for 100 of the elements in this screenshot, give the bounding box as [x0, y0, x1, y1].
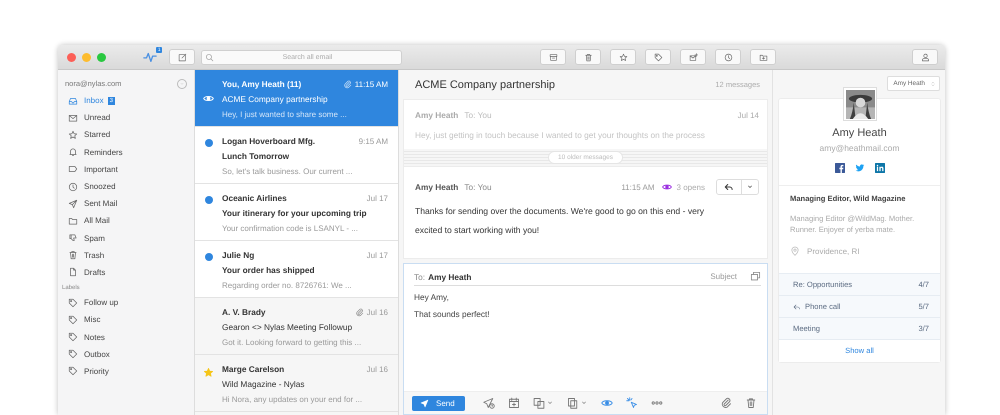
thread-snippet: Your confirmation code is LSANYL - ... [222, 224, 359, 233]
close-button[interactable] [67, 52, 76, 62]
label-icon [68, 164, 78, 174]
thread-time: Jul 16 [366, 364, 388, 374]
facebook-icon[interactable] [834, 163, 844, 173]
thread-time: 9:15 AM [358, 136, 388, 146]
body-text: That sounds perfect! [414, 309, 491, 320]
contact-button[interactable] [912, 49, 938, 65]
activity-icon[interactable] [143, 50, 157, 64]
reply-button[interactable] [716, 179, 759, 195]
thread-subject: Gearon <> Nylas Meeting Followup [222, 322, 354, 332]
paper-plane-icon [68, 198, 78, 209]
thread-time: Jul 17 [366, 194, 388, 202]
thread-row[interactable]: Julie Ng Jul 17 Your order has shipped Regarding order no. 8726761: We ... [195, 241, 398, 298]
sidebar-item[interactable]: Misc [65, 311, 194, 328]
compose-button[interactable] [169, 49, 195, 65]
thread-snippet: Got it. Looking forward to getting this ... [222, 338, 362, 347]
clock-icon [724, 52, 732, 62]
sender-name: Amy Heath [415, 110, 458, 120]
thread-subject: Wild Magazine - Nylas [222, 379, 306, 389]
thread-subject: ACME Company partnership [222, 94, 329, 104]
location-pin-icon [790, 246, 800, 256]
star-icon [618, 52, 628, 62]
sidebar-item[interactable]: Unread [65, 109, 194, 126]
message-body: Thanks for sending over the documents. We're good to go on this end - very excited to start working with you! [415, 205, 706, 237]
contact-email: amy@heathmail.com [820, 143, 900, 153]
tag-button[interactable] [645, 49, 671, 65]
translate-icon[interactable] [532, 397, 545, 409]
paperclip-icon[interactable] [720, 397, 732, 409]
sidebar-item[interactable]: Snoozed [65, 178, 194, 196]
sidebar-item[interactable]: Notes [65, 328, 194, 346]
envelope-icon [68, 112, 78, 123]
sidebar-item[interactable]: Follow up [65, 294, 194, 312]
thread-row[interactable]: Marge Carelson Jul 16 Wild Magazine - Nylas Hi Nora, any updates on your end for ... [195, 355, 398, 412]
trash-button[interactable] [575, 49, 601, 65]
sidebar-item[interactable]: Drafts [65, 264, 194, 282]
sidebar-item[interactable]: Starred [65, 126, 194, 144]
thread-time: 11:15 AM [354, 80, 388, 88]
star-icon [68, 130, 78, 140]
sender-name: Amy Heath [415, 182, 458, 192]
sidebar-item[interactable]: Trash [65, 246, 194, 264]
clock-icon [68, 182, 78, 192]
send-button[interactable]: Send [412, 396, 465, 410]
sidebar-item[interactable]: Sent Mail [65, 195, 194, 212]
tag-icon [68, 332, 78, 342]
message-date: Jul 14 [738, 110, 759, 120]
sender-name: Logan Hoverboard Mfg. [222, 136, 316, 146]
tag-icon [68, 349, 78, 360]
sidebar-item[interactable]: Priority [65, 362, 194, 380]
star-button[interactable] [610, 49, 636, 65]
updown-icon [930, 80, 936, 86]
tag-icon [654, 52, 662, 62]
cursor-icon[interactable] [626, 397, 638, 409]
envelope-icon [688, 52, 698, 62]
body-text: Hey Amy, [414, 292, 450, 303]
eye-icon [660, 182, 673, 192]
folder-icon [758, 52, 768, 62]
thread-row[interactable]: A. V. Brady Jul 16 Gearon <> Nylas Meeting Followup Got it. Looking forward to getting this ... [195, 298, 398, 355]
sender-name: A. V. Brady [222, 307, 267, 317]
sidebar-item[interactable]: Spam [65, 230, 194, 247]
thread-row[interactable]: Logan Hoverboard Mfg. 9:15 AM Lunch Tomorrow So, let's talk business. Our current ... [195, 127, 398, 184]
thread-subject: Your order has shipped [222, 265, 316, 275]
archive-button[interactable] [540, 49, 566, 65]
contact-name: Amy Heath [832, 127, 887, 139]
compose-icon [178, 52, 186, 62]
thread-row[interactable]: You, Amy Heath (11) 11:15 AM ACME Company partnership Hey, I just wanted to share some ... [195, 70, 398, 127]
thumbs-down-icon [68, 233, 78, 244]
sender-name: Julie Ng [222, 250, 256, 260]
tag-icon [68, 366, 78, 376]
clock-button[interactable] [715, 49, 741, 65]
sidebar-item[interactable]: Reminders [65, 144, 194, 161]
popout-icon[interactable] [750, 271, 761, 282]
linkedin-icon[interactable] [874, 163, 884, 173]
folder-icon [68, 216, 78, 226]
person-icon [920, 52, 930, 62]
paper-plane-icon [420, 398, 429, 408]
document-icon [68, 267, 78, 278]
recipient-label: To: You [464, 110, 493, 120]
send-later-icon[interactable] [482, 397, 495, 409]
bird-icon[interactable] [854, 163, 864, 173]
recipient-field[interactable]: To: Amy Heath [414, 272, 710, 282]
thread-time: Jul 17 [366, 250, 388, 260]
inbox-icon [68, 96, 78, 106]
sidebar-item[interactable]: All Mail [65, 212, 194, 230]
sender-name: Marge Carelson [222, 364, 286, 374]
sidebar-item[interactable]: Important [65, 160, 194, 178]
open-count: 3 opens [676, 182, 705, 192]
thread-row[interactable]: Oceanic Airlines Jul 17 Your itinerary for your upcoming trip Your confirmation code is LSANYL - ... [195, 184, 398, 241]
archive-icon [548, 52, 558, 62]
tag-icon [68, 314, 78, 325]
folder-button[interactable] [750, 49, 776, 65]
sidebar-item[interactable]: Outbox [65, 346, 194, 363]
message-editor[interactable]: Hey Amy, That sounds perfect! [414, 286, 767, 391]
bell-icon [68, 147, 78, 158]
template-icon[interactable] [566, 397, 579, 409]
trash-icon[interactable] [745, 397, 757, 409]
mail-button[interactable] [680, 49, 706, 65]
sender-name: You, Amy Heath (11) [222, 79, 302, 89]
calendar-icon[interactable] [508, 397, 520, 409]
message-time: 11:15 AM [621, 182, 655, 192]
